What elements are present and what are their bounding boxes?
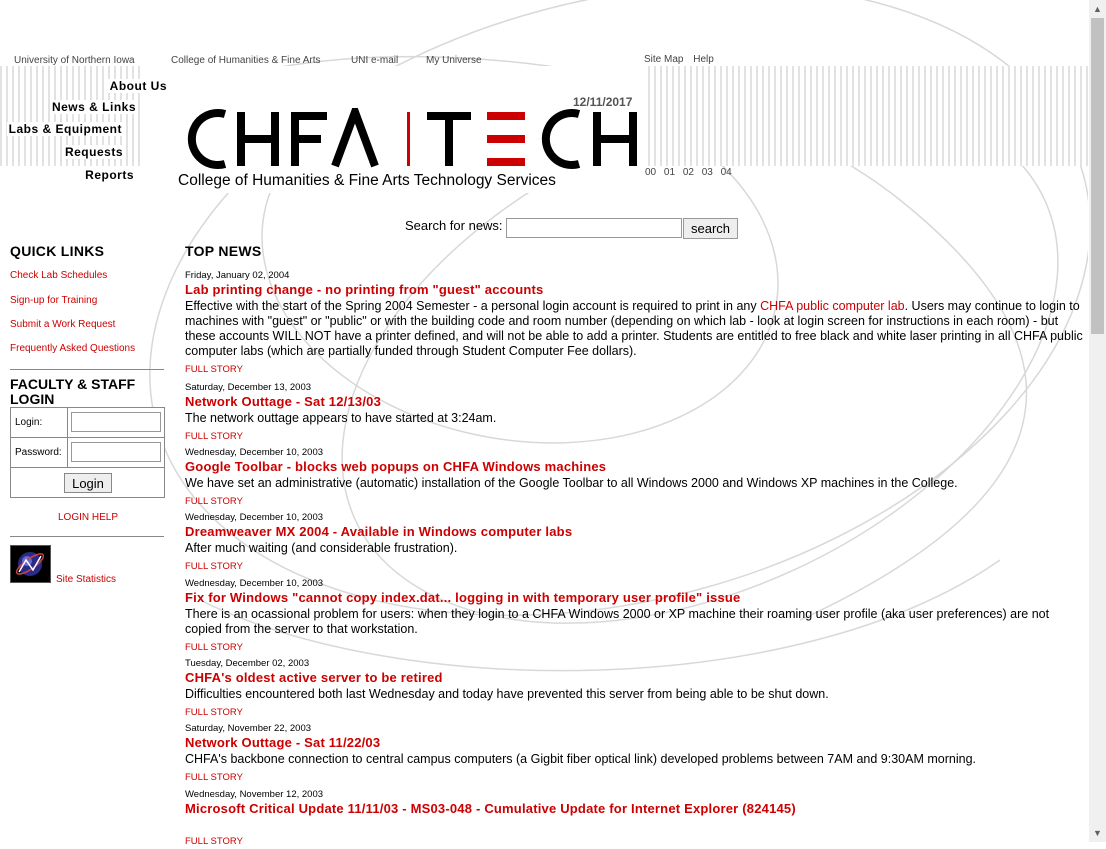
- news-title[interactable]: Fix for Windows "cannot copy index.dat..…: [185, 590, 740, 605]
- news-item: Wednesday, December 10, 2003 Google Tool…: [185, 447, 1085, 509]
- full-story-link[interactable]: FULL STORY: [185, 707, 243, 718]
- news-item: Wednesday, December 10, 2003 Dreamweaver…: [185, 512, 1085, 574]
- full-story-link[interactable]: FULL STORY: [185, 561, 243, 572]
- site-statistics-link[interactable]: Site Statistics: [56, 574, 116, 585]
- issue-link[interactable]: 04: [721, 167, 732, 178]
- quick-links: QUICK LINKS Check Lab Schedules Sign-up …: [10, 243, 165, 354]
- news-item: Wednesday, December 10, 2003 Fix for Win…: [185, 578, 1085, 655]
- news-date: Saturday, November 22, 2003: [185, 723, 312, 734]
- news-item: Tuesday, December 02, 2003 CHFA's oldest…: [185, 658, 1085, 720]
- quick-link-faq[interactable]: Frequently Asked Questions: [10, 343, 135, 354]
- full-story-link[interactable]: FULL STORY: [185, 496, 243, 507]
- top-news-title: TOP NEWS: [185, 243, 262, 259]
- news-body: CHFA's backbone connection to central ca…: [185, 752, 976, 766]
- news-item: Friday, January 02, 2004 Lab printing ch…: [185, 270, 1085, 377]
- news-item: Wednesday, November 12, 2003 Microsoft C…: [185, 789, 1085, 849]
- issue-link[interactable]: 01: [664, 167, 675, 178]
- issue-link[interactable]: 03: [702, 167, 713, 178]
- nav-news-links[interactable]: News & Links: [49, 100, 138, 114]
- chfa-lab-link[interactable]: CHFA public computer lab: [760, 299, 905, 313]
- full-story-link[interactable]: FULL STORY: [185, 364, 243, 375]
- nav-reports[interactable]: Reports: [83, 168, 136, 182]
- vertical-scrollbar[interactable]: ▲ ▼: [1089, 0, 1106, 842]
- login-row: Login:: [11, 408, 164, 438]
- search-label: Search for news:: [405, 218, 503, 233]
- nav-labs-equipment[interactable]: Labs & Equipment: [6, 122, 124, 136]
- news-title[interactable]: CHFA's oldest active server to be retire…: [185, 670, 443, 685]
- news-date: Friday, January 02, 2004: [185, 270, 290, 281]
- news-search: Search for news: search: [405, 218, 738, 239]
- scroll-down-icon[interactable]: ▼: [1093, 828, 1102, 838]
- news-item: Saturday, November 22, 2003 Network Outt…: [185, 723, 1085, 785]
- login-input[interactable]: [71, 412, 161, 432]
- full-story-link[interactable]: FULL STORY: [185, 642, 243, 653]
- issue-links: 00 01 02 03 04: [645, 167, 737, 178]
- news-body-text: Effective with the start of the Spring 2…: [185, 299, 761, 313]
- news-title[interactable]: Microsoft Critical Update 11/11/03 - MS0…: [185, 801, 796, 816]
- news-body: Effective with the start of the Spring 2…: [185, 299, 1085, 359]
- cell-divider: [67, 408, 68, 467]
- site-statistics-icon[interactable]: [10, 545, 51, 583]
- full-story-link[interactable]: FULL STORY: [185, 431, 243, 442]
- issue-link[interactable]: 00: [645, 167, 656, 178]
- quick-link-work-request[interactable]: Submit a Work Request: [10, 319, 115, 330]
- quick-link-training[interactable]: Sign-up for Training: [10, 295, 97, 306]
- nav-about-us[interactable]: About Us: [107, 79, 169, 93]
- password-label: Password:: [15, 447, 62, 458]
- news-body: There is an ocassional problem for users…: [185, 607, 1050, 636]
- search-input[interactable]: [506, 218, 682, 238]
- link-uni-email[interactable]: UNI e-mail: [351, 55, 398, 66]
- news-body: We have set an administrative (automatic…: [185, 476, 958, 490]
- news-item: Saturday, December 13, 2003 Network Outt…: [185, 382, 1085, 444]
- news-title[interactable]: Network Outtage - Sat 12/13/03: [185, 394, 381, 409]
- login-button[interactable]: Login: [64, 473, 112, 493]
- news-title[interactable]: Lab printing change - no printing from "…: [185, 282, 543, 297]
- password-input[interactable]: [71, 442, 161, 462]
- login-form: Login: Password: Login: [10, 407, 165, 498]
- news-title[interactable]: Network Outtage - Sat 11/22/03: [185, 735, 380, 750]
- site-links: Site Map Help: [644, 54, 721, 65]
- link-site-map[interactable]: Site Map: [644, 54, 683, 65]
- link-help[interactable]: Help: [693, 54, 714, 65]
- news-date: Wednesday, December 10, 2003: [185, 578, 324, 589]
- link-my-universe[interactable]: My Universe: [426, 55, 482, 66]
- full-story-link[interactable]: FULL STORY: [185, 772, 243, 783]
- login-help-link[interactable]: LOGIN HELP: [58, 512, 118, 523]
- news-date: Wednesday, December 10, 2003: [185, 512, 324, 523]
- nav-requests[interactable]: Requests: [62, 145, 125, 159]
- chfa-tech-logo: [187, 108, 637, 169]
- news-date: Wednesday, December 10, 2003: [185, 447, 324, 458]
- news-date: Wednesday, November 12, 2003: [185, 789, 324, 800]
- news-title[interactable]: Dreamweaver MX 2004 - Available in Windo…: [185, 524, 572, 539]
- divider: [10, 536, 164, 537]
- login-title: FACULTY & STAFF LOGIN: [10, 376, 136, 407]
- link-chfa[interactable]: College of Humanities & Fine Arts: [171, 55, 321, 66]
- scroll-up-icon[interactable]: ▲: [1093, 4, 1102, 14]
- news-body: Difficulties encountered both last Wedne…: [185, 687, 829, 701]
- search-button[interactable]: search: [683, 218, 738, 239]
- scrollbar-thumb[interactable]: [1091, 18, 1104, 334]
- news-title[interactable]: Google Toolbar - blocks web popups on CH…: [185, 459, 606, 474]
- issue-link[interactable]: 02: [683, 167, 694, 178]
- news-body: [185, 818, 1085, 831]
- news-date: Saturday, December 13, 2003: [185, 382, 312, 393]
- quick-link-lab-schedules[interactable]: Check Lab Schedules: [10, 270, 107, 281]
- news-body: The network outtage appears to have star…: [185, 411, 497, 425]
- current-date: 12/11/2017: [573, 95, 633, 109]
- tagline: College of Humanities & Fine Arts Techno…: [178, 172, 556, 189]
- divider: [10, 369, 164, 370]
- quick-links-title: QUICK LINKS: [10, 243, 105, 259]
- login-label: Login:: [15, 417, 43, 428]
- news-body: After much waiting (and considerable fru…: [185, 541, 458, 555]
- link-uni[interactable]: University of Northern Iowa: [14, 55, 135, 66]
- news-date: Tuesday, December 02, 2003: [185, 658, 310, 669]
- password-row: Password:: [11, 438, 164, 468]
